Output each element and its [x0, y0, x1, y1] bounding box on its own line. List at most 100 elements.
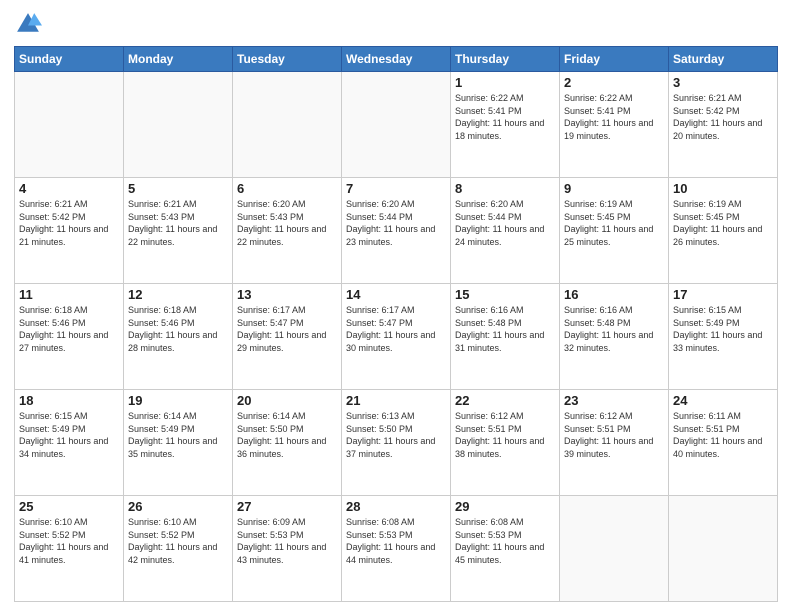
- calendar-day-cell: 13 Sunrise: 6:17 AMSunset: 5:47 PMDayligh…: [233, 284, 342, 390]
- day-number: 26: [128, 499, 228, 514]
- calendar-day-cell: 25 Sunrise: 6:10 AMSunset: 5:52 PMDayligh…: [15, 496, 124, 602]
- calendar-day-cell: 28 Sunrise: 6:08 AMSunset: 5:53 PMDayligh…: [342, 496, 451, 602]
- day-number: 28: [346, 499, 446, 514]
- calendar-day-cell: 23 Sunrise: 6:12 AMSunset: 5:51 PMDayligh…: [560, 390, 669, 496]
- day-number: 9: [564, 181, 664, 196]
- day-info: Sunrise: 6:16 AMSunset: 5:48 PMDaylight:…: [455, 304, 555, 354]
- day-number: 14: [346, 287, 446, 302]
- day-info: Sunrise: 6:20 AMSunset: 5:44 PMDaylight:…: [346, 198, 446, 248]
- calendar-day-cell: 16 Sunrise: 6:16 AMSunset: 5:48 PMDayligh…: [560, 284, 669, 390]
- calendar-day-cell: [124, 72, 233, 178]
- day-number: 19: [128, 393, 228, 408]
- day-info: Sunrise: 6:14 AMSunset: 5:50 PMDaylight:…: [237, 410, 337, 460]
- calendar-day-cell: 29 Sunrise: 6:08 AMSunset: 5:53 PMDayligh…: [451, 496, 560, 602]
- calendar-day-cell: 9 Sunrise: 6:19 AMSunset: 5:45 PMDaylight…: [560, 178, 669, 284]
- calendar-day-cell: [233, 72, 342, 178]
- day-info: Sunrise: 6:17 AMSunset: 5:47 PMDaylight:…: [237, 304, 337, 354]
- day-info: Sunrise: 6:16 AMSunset: 5:48 PMDaylight:…: [564, 304, 664, 354]
- calendar-day-cell: 17 Sunrise: 6:15 AMSunset: 5:49 PMDayligh…: [669, 284, 778, 390]
- day-number: 22: [455, 393, 555, 408]
- day-info: Sunrise: 6:13 AMSunset: 5:50 PMDaylight:…: [346, 410, 446, 460]
- day-number: 3: [673, 75, 773, 90]
- calendar-day-cell: 18Sunrise: 6:15 AMSunset: 5:49 PMDayligh…: [15, 390, 124, 496]
- day-number: 12: [128, 287, 228, 302]
- day-number: 29: [455, 499, 555, 514]
- day-info: Sunrise: 6:17 AMSunset: 5:47 PMDaylight:…: [346, 304, 446, 354]
- day-info: Sunrise: 6:12 AMSunset: 5:51 PMDaylight:…: [455, 410, 555, 460]
- day-number: 17: [673, 287, 773, 302]
- calendar-table: SundayMondayTuesdayWednesdayThursdayFrid…: [14, 46, 778, 602]
- calendar-day-header: Friday: [560, 47, 669, 72]
- calendar-day-cell: 19 Sunrise: 6:14 AMSunset: 5:49 PMDayligh…: [124, 390, 233, 496]
- calendar-week-row: 1 Sunrise: 6:22 AMSunset: 5:41 PMDaylight…: [15, 72, 778, 178]
- page: SundayMondayTuesdayWednesdayThursdayFrid…: [0, 0, 792, 612]
- day-info: Sunrise: 6:19 AMSunset: 5:45 PMDaylight:…: [564, 198, 664, 248]
- logo: [14, 10, 46, 38]
- day-info: Sunrise: 6:18 AMSunset: 5:46 PMDaylight:…: [19, 304, 119, 354]
- day-info: Sunrise: 6:21 AMSunset: 5:43 PMDaylight:…: [128, 198, 228, 248]
- day-number: 25: [19, 499, 119, 514]
- day-number: 16: [564, 287, 664, 302]
- day-info: Sunrise: 6:14 AMSunset: 5:49 PMDaylight:…: [128, 410, 228, 460]
- day-number: 1: [455, 75, 555, 90]
- logo-icon: [14, 10, 42, 38]
- day-info: Sunrise: 6:08 AMSunset: 5:53 PMDaylight:…: [346, 516, 446, 566]
- calendar-day-cell: [560, 496, 669, 602]
- header: [14, 10, 778, 38]
- day-info: Sunrise: 6:21 AMSunset: 5:42 PMDaylight:…: [19, 198, 119, 248]
- day-number: 24: [673, 393, 773, 408]
- day-number: 27: [237, 499, 337, 514]
- calendar-day-cell: 6 Sunrise: 6:20 AMSunset: 5:43 PMDaylight…: [233, 178, 342, 284]
- calendar-day-cell: 2Sunrise: 6:22 AMSunset: 5:41 PMDaylight…: [560, 72, 669, 178]
- calendar-week-row: 4 Sunrise: 6:21 AMSunset: 5:42 PMDaylight…: [15, 178, 778, 284]
- calendar-week-row: 25 Sunrise: 6:10 AMSunset: 5:52 PMDayligh…: [15, 496, 778, 602]
- calendar-day-header: Wednesday: [342, 47, 451, 72]
- day-info: Sunrise: 6:08 AMSunset: 5:53 PMDaylight:…: [455, 516, 555, 566]
- calendar-week-row: 18Sunrise: 6:15 AMSunset: 5:49 PMDayligh…: [15, 390, 778, 496]
- day-number: 15: [455, 287, 555, 302]
- day-number: 6: [237, 181, 337, 196]
- day-number: 13: [237, 287, 337, 302]
- calendar-day-header: Monday: [124, 47, 233, 72]
- calendar-day-cell: 8 Sunrise: 6:20 AMSunset: 5:44 PMDaylight…: [451, 178, 560, 284]
- day-info: Sunrise: 6:22 AMSunset: 5:41 PMDaylight:…: [564, 92, 664, 142]
- day-number: 11: [19, 287, 119, 302]
- calendar-day-cell: 27 Sunrise: 6:09 AMSunset: 5:53 PMDayligh…: [233, 496, 342, 602]
- day-number: 7: [346, 181, 446, 196]
- calendar-day-cell: 24Sunrise: 6:11 AMSunset: 5:51 PMDayligh…: [669, 390, 778, 496]
- day-info: Sunrise: 6:22 AMSunset: 5:41 PMDaylight:…: [455, 92, 555, 142]
- calendar-day-cell: 3 Sunrise: 6:21 AMSunset: 5:42 PMDaylight…: [669, 72, 778, 178]
- day-info: Sunrise: 6:15 AMSunset: 5:49 PMDaylight:…: [673, 304, 773, 354]
- day-info: Sunrise: 6:10 AMSunset: 5:52 PMDaylight:…: [128, 516, 228, 566]
- day-info: Sunrise: 6:21 AMSunset: 5:42 PMDaylight:…: [673, 92, 773, 142]
- day-number: 4: [19, 181, 119, 196]
- calendar-day-cell: 4 Sunrise: 6:21 AMSunset: 5:42 PMDaylight…: [15, 178, 124, 284]
- day-info: Sunrise: 6:09 AMSunset: 5:53 PMDaylight:…: [237, 516, 337, 566]
- calendar-day-cell: [342, 72, 451, 178]
- day-info: Sunrise: 6:12 AMSunset: 5:51 PMDaylight:…: [564, 410, 664, 460]
- day-number: 21: [346, 393, 446, 408]
- day-info: Sunrise: 6:10 AMSunset: 5:52 PMDaylight:…: [19, 516, 119, 566]
- calendar-day-cell: 22 Sunrise: 6:12 AMSunset: 5:51 PMDayligh…: [451, 390, 560, 496]
- day-info: Sunrise: 6:20 AMSunset: 5:44 PMDaylight:…: [455, 198, 555, 248]
- day-number: 20: [237, 393, 337, 408]
- day-info: Sunrise: 6:20 AMSunset: 5:43 PMDaylight:…: [237, 198, 337, 248]
- calendar-day-cell: [15, 72, 124, 178]
- calendar-day-cell: 20 Sunrise: 6:14 AMSunset: 5:50 PMDayligh…: [233, 390, 342, 496]
- calendar-day-cell: 10Sunrise: 6:19 AMSunset: 5:45 PMDayligh…: [669, 178, 778, 284]
- calendar-day-header: Sunday: [15, 47, 124, 72]
- day-info: Sunrise: 6:15 AMSunset: 5:49 PMDaylight:…: [19, 410, 119, 460]
- calendar-day-cell: 7 Sunrise: 6:20 AMSunset: 5:44 PMDaylight…: [342, 178, 451, 284]
- day-number: 23: [564, 393, 664, 408]
- day-number: 10: [673, 181, 773, 196]
- calendar-day-cell: 26 Sunrise: 6:10 AMSunset: 5:52 PMDayligh…: [124, 496, 233, 602]
- calendar-week-row: 11 Sunrise: 6:18 AMSunset: 5:46 PMDayligh…: [15, 284, 778, 390]
- calendar-header-row: SundayMondayTuesdayWednesdayThursdayFrid…: [15, 47, 778, 72]
- day-number: 8: [455, 181, 555, 196]
- day-info: Sunrise: 6:18 AMSunset: 5:46 PMDaylight:…: [128, 304, 228, 354]
- calendar-day-cell: 15 Sunrise: 6:16 AMSunset: 5:48 PMDayligh…: [451, 284, 560, 390]
- calendar-day-cell: 14 Sunrise: 6:17 AMSunset: 5:47 PMDayligh…: [342, 284, 451, 390]
- calendar-day-header: Thursday: [451, 47, 560, 72]
- calendar-day-cell: [669, 496, 778, 602]
- calendar-day-cell: 11 Sunrise: 6:18 AMSunset: 5:46 PMDayligh…: [15, 284, 124, 390]
